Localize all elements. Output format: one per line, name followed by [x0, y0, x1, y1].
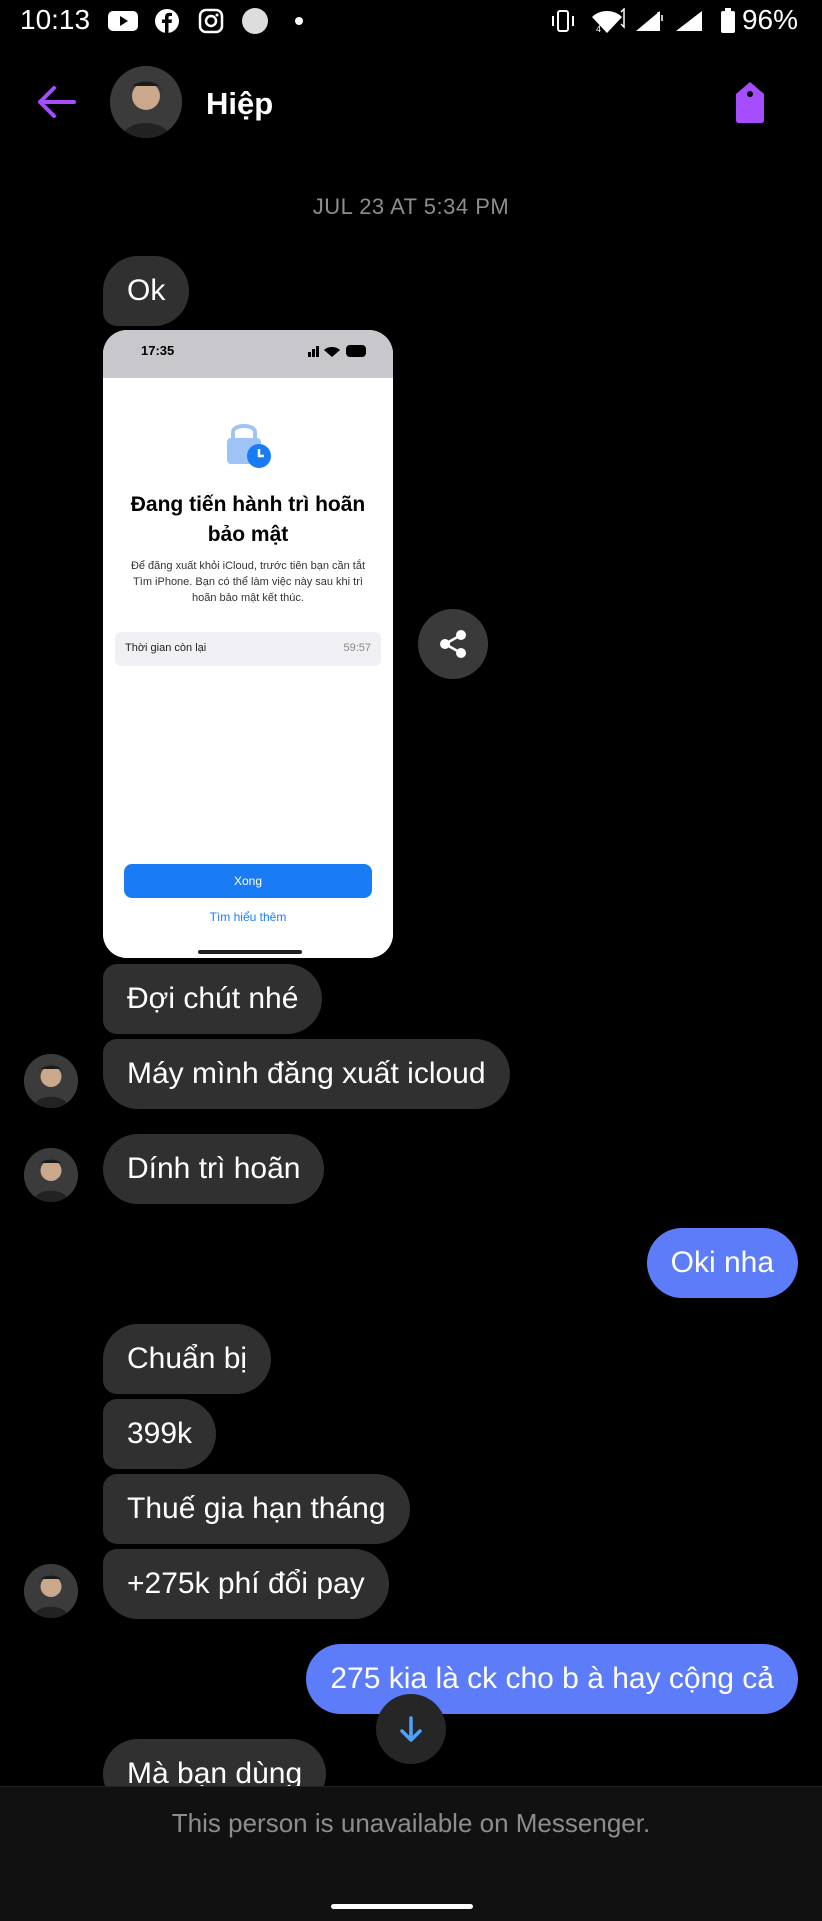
- back-arrow-icon[interactable]: [34, 82, 78, 122]
- screenshot-learn-more-link: Tìm hiểu thêm: [209, 910, 287, 924]
- screenshot-done-button: Xong: [124, 864, 372, 898]
- composer-area: [0, 1786, 822, 1921]
- scroll-down-icon: [400, 1716, 422, 1742]
- lock-clock-icon: [221, 416, 277, 477]
- youtube-icon: [108, 8, 138, 34]
- app-notification-icon: [240, 8, 270, 34]
- svg-text:4: 4: [596, 24, 601, 34]
- tag-icon[interactable]: [732, 80, 768, 124]
- home-indicator[interactable]: [331, 1904, 473, 1909]
- message-bubble-incoming[interactable]: Thuế gia hạn tháng: [103, 1474, 410, 1544]
- signal-icon-2: [674, 8, 704, 34]
- battery-icon: [718, 8, 738, 34]
- screenshot-title-line2: bảo mật: [207, 523, 289, 546]
- more-notifications-dot-icon: [284, 8, 314, 34]
- screenshot-time: 17:35: [141, 343, 175, 358]
- message-bubble-outgoing[interactable]: 275 kia là ck cho b à hay cộng cả: [306, 1644, 798, 1714]
- message-bubble-incoming[interactable]: Đợi chút nhé: [103, 964, 323, 1034]
- sender-avatar[interactable]: [24, 1054, 78, 1108]
- share-button[interactable]: [418, 609, 488, 679]
- message-bubble-incoming[interactable]: Máy mình đăng xuất icloud: [103, 1039, 510, 1109]
- message-bubble-incoming[interactable]: Chuẩn bị: [103, 1324, 272, 1394]
- sender-avatar[interactable]: [24, 1148, 78, 1202]
- conversation-timestamp: JUL 23 AT 5:34 PM: [312, 194, 510, 219]
- message-bubble-incoming[interactable]: 399k: [103, 1399, 217, 1469]
- message-bubble-incoming[interactable]: +275k phí đổi pay: [103, 1549, 389, 1619]
- unavailable-notice: This person is unavailable on Messenger.: [171, 1808, 651, 1838]
- shared-screenshot-image[interactable]: 17:35 Đang tiến hành trì hoãn bảo mật Để…: [103, 330, 393, 958]
- screenshot-title-line1: Đang tiến hành trì hoãn: [130, 493, 366, 516]
- contact-avatar[interactable]: [110, 66, 182, 138]
- screenshot-title: Đang tiến hành trì hoãn bảo mật: [103, 490, 393, 550]
- battery-percent: 96%: [741, 4, 798, 35]
- facebook-icon: [152, 8, 182, 34]
- screenshot-row-label: Thời gian còn lại: [125, 642, 207, 654]
- share-icon: [440, 630, 466, 658]
- screenshot-home-indicator: [198, 950, 302, 954]
- message-bubble-incoming[interactable]: Dính trì hoãn: [103, 1134, 325, 1204]
- signal-icon-1: [634, 8, 664, 34]
- wifi-icon: 4: [590, 8, 626, 34]
- screenshot-row-value: 59:57: [343, 642, 371, 654]
- sender-avatar[interactable]: [24, 1564, 78, 1618]
- status-time: 10:13: [20, 4, 91, 35]
- vibrate-icon: [548, 8, 578, 34]
- screenshot-description: Để đăng xuất khỏi iCloud, trước tiên bạn…: [130, 560, 366, 604]
- screenshot-time-remaining-row: Thời gian còn lại 59:57: [115, 632, 381, 666]
- message-bubble-outgoing[interactable]: Oki nha: [646, 1228, 798, 1298]
- scroll-to-bottom-button[interactable]: [376, 1694, 446, 1764]
- screenshot-status-icons: [308, 344, 368, 363]
- instagram-icon: [196, 8, 226, 34]
- message-bubble-incoming[interactable]: Ok: [103, 256, 190, 326]
- contact-name[interactable]: Hiệp: [206, 86, 273, 122]
